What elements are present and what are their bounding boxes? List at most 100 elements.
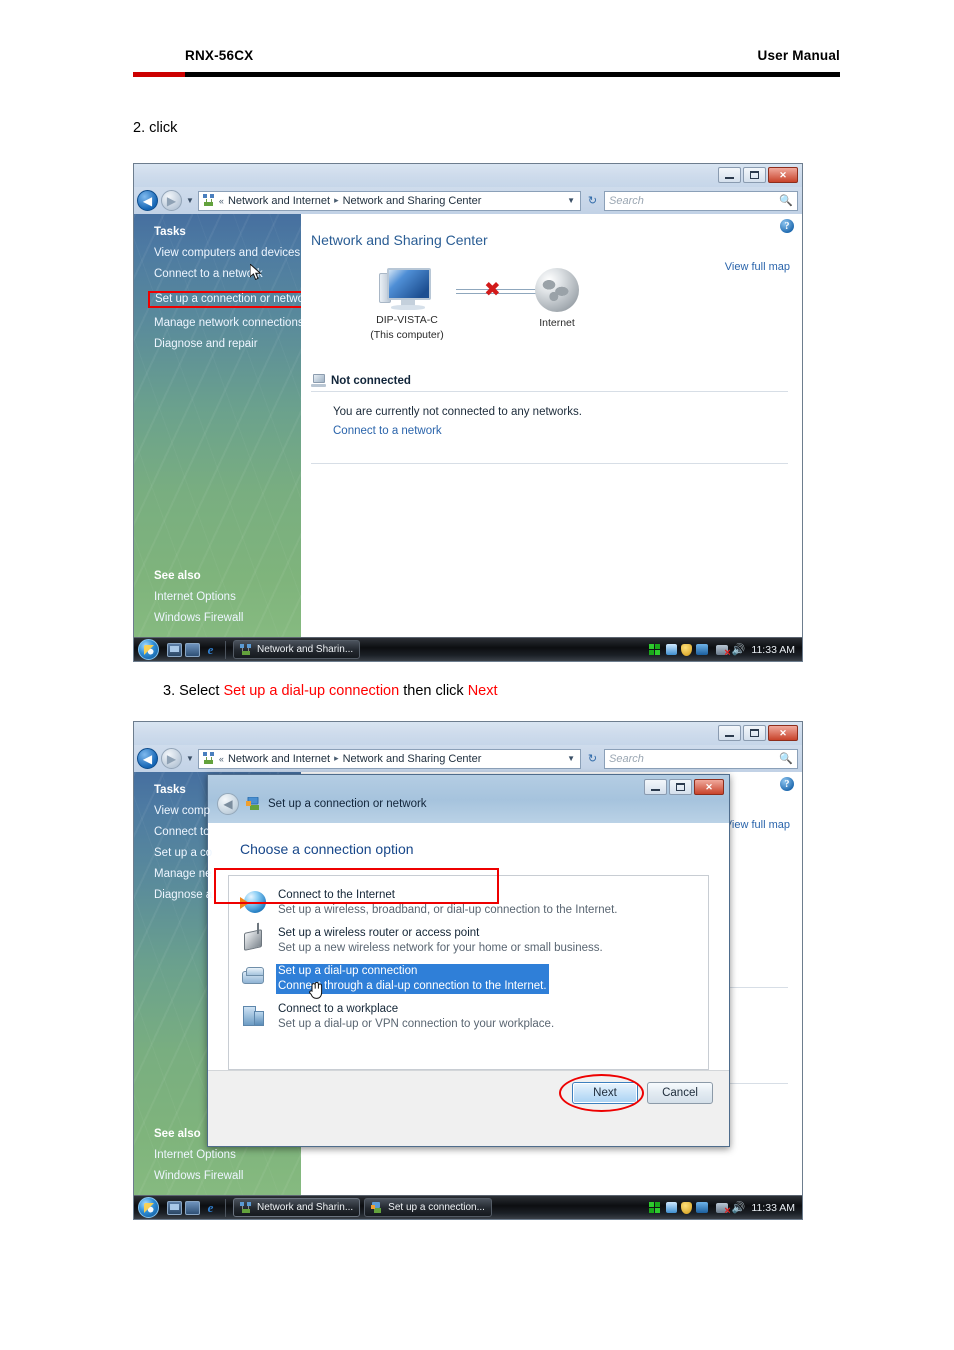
sidebar-item-windows-firewall-2[interactable]: Windows Firewall xyxy=(154,1170,243,1182)
address-dropdown-icon-2[interactable]: ▼ xyxy=(567,754,577,763)
taskbar-button-network-sharing-2[interactable]: Network and Sharin... xyxy=(233,1198,361,1217)
sidebar-item-connect-to-network-2[interactable]: Connect to xyxy=(154,826,301,838)
option-connect-to-workplace[interactable]: Connect to a workplace Set up a dial-up … xyxy=(235,998,702,1036)
sidebar-item-view-computers-2[interactable]: View comp xyxy=(154,805,301,817)
status-message: You are currently not connected to any n… xyxy=(333,406,582,418)
taskbar-button-setup-connection[interactable]: Set up a connection... xyxy=(364,1198,492,1217)
forward-arrow-icon: ▶ xyxy=(166,193,177,208)
address-breadcrumb-box-2[interactable]: « Network and Internet ▸ Network and Sha… xyxy=(197,748,581,769)
cancel-button[interactable]: Cancel xyxy=(647,1081,713,1104)
blue-app-icon-2[interactable] xyxy=(695,1202,708,1213)
taskbar-button-label-2a: Network and Sharin... xyxy=(257,1202,354,1213)
view-full-map-link-2[interactable]: View full map xyxy=(725,819,790,831)
sidebar-item-manage-connections[interactable]: Manage network connections xyxy=(154,317,301,329)
breadcrumb-separator: ▸ xyxy=(334,195,339,205)
minimize-button[interactable] xyxy=(718,167,741,183)
search-input-2[interactable]: Search 🔍 xyxy=(604,748,798,769)
back-button[interactable]: ◀ xyxy=(137,190,158,211)
breadcrumb-chevrons-2: « xyxy=(218,753,224,764)
close-button-2[interactable]: ✕ xyxy=(768,725,798,741)
wizard-minimize-button[interactable] xyxy=(644,779,667,795)
sidebar-item-windows-firewall[interactable]: Windows Firewall xyxy=(154,612,243,624)
start-button[interactable] xyxy=(138,639,159,660)
option-title-3: Set up a dial-up connection xyxy=(278,965,418,977)
help-icon-2[interactable]: ? xyxy=(780,777,794,791)
internet-explorer-icon[interactable]: e xyxy=(203,642,218,657)
forward-button-2[interactable]: ▶ xyxy=(161,748,182,769)
option-setup-wireless-router[interactable]: Set up a wireless router or access point… xyxy=(235,922,702,960)
start-button-2[interactable] xyxy=(138,1197,159,1218)
show-desktop-icon[interactable] xyxy=(167,642,182,657)
recent-pages-button[interactable]: ▼ xyxy=(185,196,195,205)
network-window-icon-2 xyxy=(240,1202,252,1213)
sidebar-item-diagnose-repair[interactable]: Diagnose and repair xyxy=(154,338,301,350)
breadcrumb-item-2-2[interactable]: Network and Sharing Center xyxy=(343,753,482,765)
security-shield-icon-2[interactable] xyxy=(680,1201,692,1214)
connection-options-list: Connect to the Internet Set up a wireles… xyxy=(214,868,709,1070)
blue-app-icon[interactable] xyxy=(695,644,708,655)
maximize-button-2[interactable] xyxy=(743,725,766,741)
security-shield-icon[interactable] xyxy=(680,643,692,656)
maximize-button[interactable] xyxy=(743,167,766,183)
refresh-button[interactable]: ↻ xyxy=(584,191,601,210)
wizard-maximize-button[interactable] xyxy=(669,779,692,795)
blue-app-icon-a[interactable] xyxy=(665,644,677,655)
wizard-window-controls: ✕ xyxy=(644,779,724,795)
tasks-heading-2: Tasks xyxy=(154,784,186,796)
taskbar-1: e Network and Sharin... 🔊 11:33 AM xyxy=(134,637,802,661)
show-desktop-icon-2[interactable] xyxy=(167,1200,182,1215)
map-node-computer[interactable]: DIP-VISTA-C (This computer) xyxy=(347,268,467,342)
network-grid-icon-2[interactable] xyxy=(648,1201,662,1214)
next-button[interactable]: Next xyxy=(572,1081,638,1104)
breadcrumb-item-2[interactable]: Network and Sharing Center xyxy=(343,195,482,207)
window-controls-2: ✕ xyxy=(718,725,798,741)
tasks-group: Tasks View computers and devices Connect… xyxy=(134,214,301,350)
wizard-close-button[interactable]: ✕ xyxy=(694,779,724,795)
sidebar-item-internet-options-2[interactable]: Internet Options xyxy=(154,1149,243,1161)
forward-button[interactable]: ▶ xyxy=(161,190,182,211)
network-disconnected-icon-2[interactable] xyxy=(715,1202,731,1217)
sidebar-item-view-computers[interactable]: View computers and devices xyxy=(154,247,301,259)
window-titlebar-2: ✕ xyxy=(134,722,802,745)
sidebar-item-connect-to-network[interactable]: Connect to a network xyxy=(154,268,301,280)
internet-globe-icon xyxy=(535,268,579,312)
breadcrumb-item-1[interactable]: Network and Internet xyxy=(228,195,330,207)
switch-windows-icon-2[interactable] xyxy=(185,1200,200,1215)
taskbar-clock[interactable]: 11:33 AM xyxy=(751,644,795,656)
recent-pages-button-2[interactable]: ▼ xyxy=(185,754,195,763)
search-input[interactable]: Search 🔍 xyxy=(604,190,798,211)
sidebar-item-manage-connections-2[interactable]: Manage ne xyxy=(154,868,301,880)
breadcrumb-item-1-2[interactable]: Network and Internet xyxy=(228,753,330,765)
window-titlebar-1: ✕ xyxy=(134,164,802,187)
sidebar-item-internet-options[interactable]: Internet Options xyxy=(154,591,243,603)
wizard-minimize-icon xyxy=(651,788,660,791)
blue-app-icon-a-2[interactable] xyxy=(665,1202,677,1213)
option-connect-to-internet[interactable]: Connect to the Internet Set up a wireles… xyxy=(235,884,702,922)
address-bar-2: ◀ ▶ ▼ « Network and Internet ▸ Network a… xyxy=(134,745,802,772)
close-button[interactable]: ✕ xyxy=(768,167,798,183)
sidebar-item-set-up-connection-2[interactable]: Set up a co xyxy=(154,847,301,859)
address-dropdown-icon[interactable]: ▼ xyxy=(567,196,577,205)
sidebar-item-diagnose-repair-2[interactable]: Diagnose a xyxy=(154,889,301,901)
option-setup-dialup[interactable]: Set up a dial-up connection Connect thro… xyxy=(235,960,702,999)
refresh-button-2[interactable]: ↻ xyxy=(584,749,601,768)
back-button-2[interactable]: ◀ xyxy=(137,748,158,769)
volume-icon[interactable]: 🔊 xyxy=(732,643,746,656)
network-grid-icon[interactable] xyxy=(648,643,662,656)
connect-to-network-link[interactable]: Connect to a network xyxy=(333,425,788,437)
help-icon[interactable]: ? xyxy=(780,219,794,233)
taskbar-separator-2 xyxy=(225,1198,226,1217)
taskbar-button-network-sharing[interactable]: Network and Sharin... xyxy=(233,640,361,659)
switch-windows-icon[interactable] xyxy=(185,642,200,657)
taskbar-clock-2[interactable]: 11:33 AM xyxy=(751,1202,795,1214)
address-breadcrumb-box[interactable]: « Network and Internet ▸ Network and Sha… xyxy=(197,190,581,211)
close-icon: ✕ xyxy=(779,169,787,180)
network-disconnected-icon[interactable] xyxy=(715,644,731,659)
volume-icon-2[interactable]: 🔊 xyxy=(732,1201,746,1214)
sidebar-item-set-up-connection[interactable]: Set up a connection or network xyxy=(148,291,301,308)
map-node-internet[interactable]: Internet xyxy=(497,268,617,330)
internet-explorer-icon-2[interactable]: e xyxy=(203,1200,218,1215)
network-folder-icon xyxy=(202,194,215,207)
minimize-button-2[interactable] xyxy=(718,725,741,741)
option-desc-2: Set up a new wireless network for your h… xyxy=(278,942,603,954)
